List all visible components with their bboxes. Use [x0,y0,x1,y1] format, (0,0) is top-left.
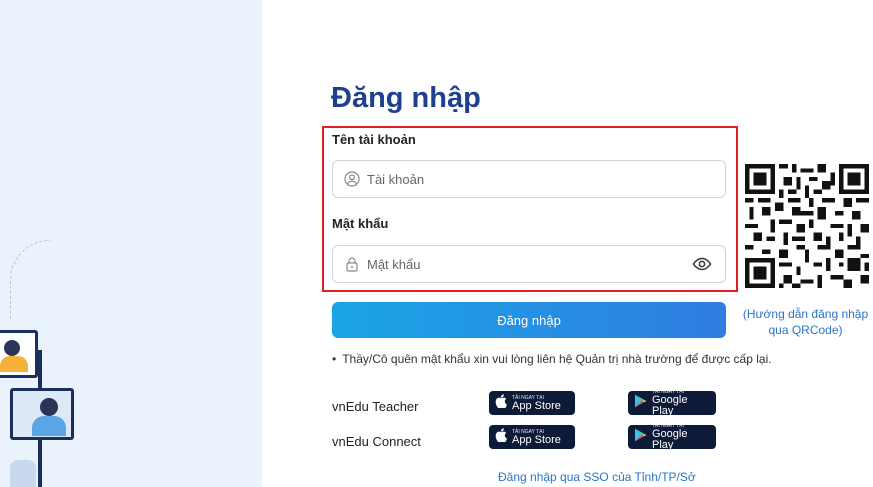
decorative-dashed-line [10,240,50,320]
appstore-badge-connect[interactable]: TẢI NGAY TẠI App Store [489,425,575,449]
password-field[interactable] [332,245,726,283]
login-page: Đăng nhập Tên tài khoản Mật khẩu [0,0,873,487]
badge-store-name: Google Play [652,394,688,417]
badge-caption: TẢI NGAY TẠI [652,423,684,429]
person-body [32,416,66,436]
person-head [40,398,58,416]
badge-store-name: App Store [512,433,561,446]
badge-store-name: Google Play [652,428,688,451]
user-circle-icon [343,170,361,188]
apple-icon [495,427,508,447]
bullet-icon: • [332,352,337,366]
badge-caption: TẢI NGAY TẠI [652,389,684,395]
password-label: Mật khẩu [332,216,389,231]
qr-code-image [745,164,869,288]
badge-caption: TẢI NGAY TẠI [512,394,544,401]
page-title: Đăng nhập [331,82,481,114]
appstore-badge-teacher[interactable]: TẢI NGAY TẠI App Store [489,391,575,415]
decorative-figure [10,460,36,487]
google-play-icon [634,428,647,447]
note-text: Thầy/Cô quên mật khẩu xin vui lòng liên … [342,352,772,366]
badge-caption: TẢI NGAY TẠI [512,428,544,435]
username-input[interactable] [367,171,725,187]
login-button[interactable]: Đăng nhập [332,302,726,338]
badge-store-name: App Store [512,399,561,412]
username-label: Tên tài khoản [332,132,416,147]
person-head [4,340,20,356]
illustration-panel [0,0,262,487]
apple-icon [495,393,508,413]
qr-help-link[interactable]: (Hướng dẫn đăng nhập qua QRCode) [738,306,873,338]
forgot-password-note: • Thầy/Cô quên mật khẩu xin vui lòng liên… [332,352,772,366]
googleplay-badge-connect[interactable]: TẢI NGAY TẠI Google Play [628,423,716,451]
password-input[interactable] [367,256,691,272]
username-field[interactable] [332,160,726,198]
lock-icon [343,255,361,273]
eye-icon[interactable] [691,253,713,275]
app-name-connect: vnEdu Connect [332,434,421,449]
sso-login-link[interactable]: Đăng nhập qua SSO của Tỉnh/TP/Sở [498,470,696,484]
app-name-teacher: vnEdu Teacher [332,399,419,414]
googleplay-badge-teacher[interactable]: TẢI NGAY TẠI Google Play [628,389,716,417]
person-body [0,356,28,372]
google-play-icon [634,394,647,413]
